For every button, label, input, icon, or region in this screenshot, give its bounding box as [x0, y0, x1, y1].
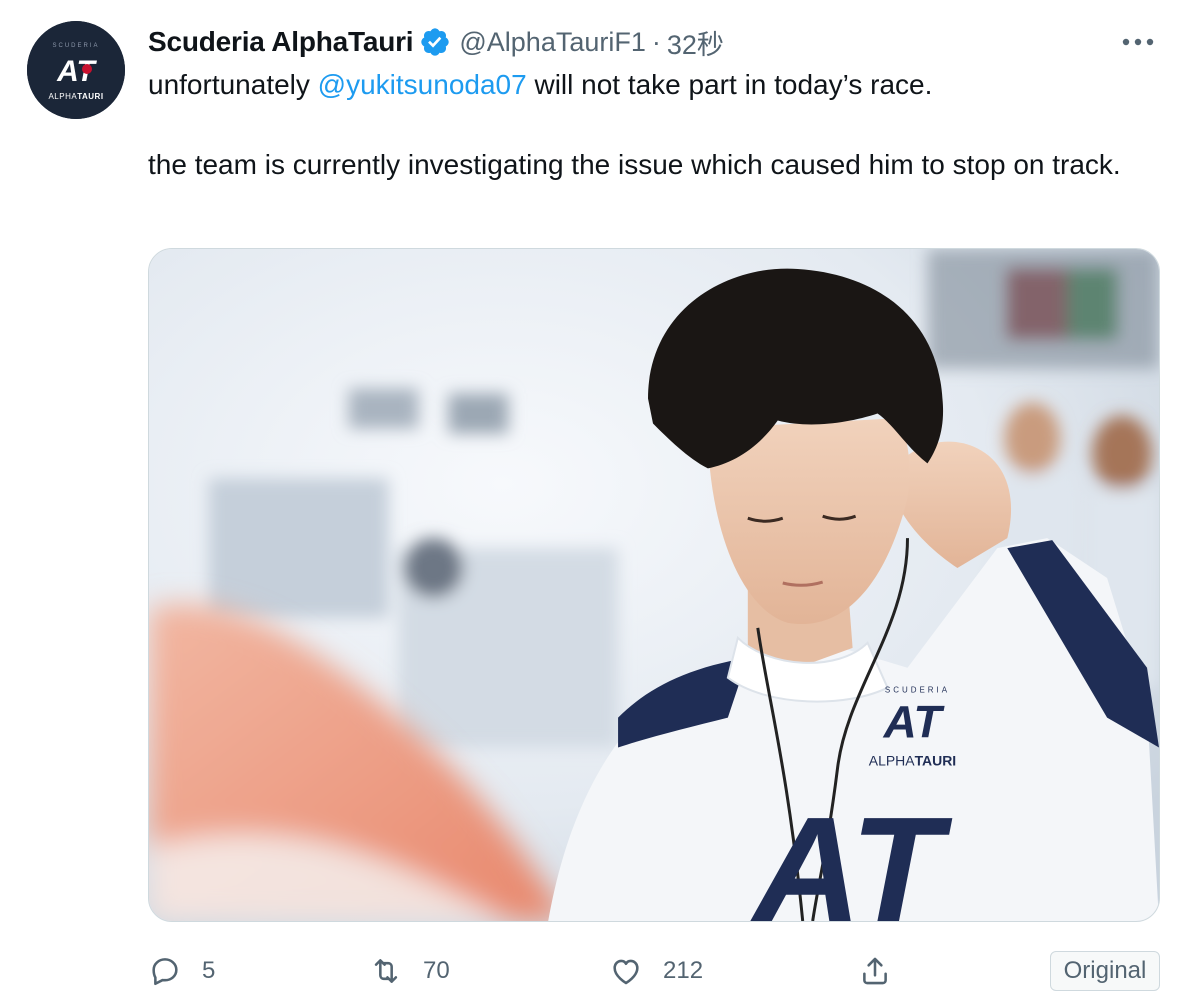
mention-link[interactable]: @yukitsunoda07 — [318, 69, 527, 100]
tweet-photo[interactable]: SCUDERIA AT ALPHATAURI AT — [148, 248, 1160, 922]
svg-text:ALPHATAURI: ALPHATAURI — [48, 92, 103, 101]
heart-icon — [613, 959, 639, 985]
like-button[interactable]: 212 — [609, 945, 703, 997]
svg-text:SCUDERIA: SCUDERIA — [52, 43, 99, 49]
separator-dot: · — [651, 26, 661, 57]
reply-button[interactable]: 5 — [148, 945, 215, 997]
alphatauri-logo: SCUDERIA AT ALPHATAURI — [27, 21, 125, 119]
reply-icon — [152, 958, 178, 986]
svg-text:AT: AT — [56, 55, 97, 88]
tweet-paragraph-2: the team is currently investigating the … — [148, 149, 1121, 180]
display-name[interactable]: Scuderia AlphaTauri — [148, 26, 414, 58]
retweet-button[interactable]: 70 — [369, 945, 450, 997]
tweet-actions: 5 70 212 — [148, 945, 1160, 997]
verified-badge-icon — [419, 26, 451, 58]
svg-text:SCUDERIA: SCUDERIA — [885, 686, 950, 695]
tweet-timestamp[interactable]: 32秒 — [667, 23, 724, 62]
tweet-text: unfortunately @yukitsunoda07 will not ta… — [148, 65, 1148, 185]
chest-logo: AT — [749, 786, 952, 921]
user-handle[interactable]: @AlphaTauriF1 — [459, 27, 646, 58]
more-options-button[interactable] — [1116, 24, 1160, 60]
original-button[interactable]: Original — [1050, 951, 1160, 991]
tweet-header: Scuderia AlphaTauri @AlphaTauriF1 · 32秒 — [148, 22, 724, 62]
share-button[interactable] — [858, 945, 892, 997]
share-icon — [863, 957, 887, 985]
like-count: 212 — [663, 957, 704, 984]
retweet-count: 70 — [423, 957, 450, 984]
svg-text:AT: AT — [883, 696, 946, 748]
more-dots-icon — [1122, 38, 1154, 46]
retweet-icon — [374, 959, 398, 983]
avatar[interactable]: SCUDERIA AT ALPHATAURI — [27, 21, 125, 119]
svg-text:ALPHATAURI: ALPHATAURI — [869, 752, 956, 768]
driver-photo-illustration: SCUDERIA AT ALPHATAURI AT — [149, 249, 1159, 921]
tweet-paragraph-1: unfortunately @yukitsunoda07 will not ta… — [148, 69, 933, 100]
reply-count: 5 — [202, 957, 216, 984]
